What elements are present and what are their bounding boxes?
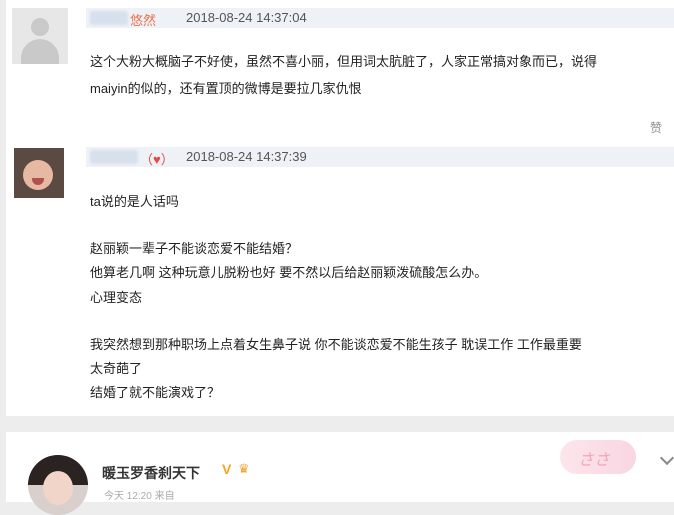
comment-text-line: 心理变态 <box>90 290 143 305</box>
comment-text-line: ta说的是人话吗 <box>90 194 179 209</box>
sticker-text: ささ <box>578 452 611 469</box>
comment-text-line: 这个大粉大概脑子不好使，虽然不喜小丽，但用词太肮脏了，人家正常搞对象而已，说得 <box>90 54 598 69</box>
like-button[interactable]: 赞 <box>650 119 662 136</box>
post-meta: 今天 12:20 来自 <box>104 491 175 502</box>
sticker-decoration: ささ <box>560 440 636 474</box>
comment-timestamp: 2018-08-24 14:37:39 <box>186 149 307 164</box>
comment-username[interactable]: 悠然 <box>130 10 156 29</box>
vip-badge: V <box>222 461 232 477</box>
poster-username[interactable]: 暖玉罗香刹天下 <box>102 463 200 483</box>
comment-timestamp: 2018-08-24 14:37:04 <box>186 10 307 25</box>
comment-text-line: 结婚了就不能演戏了？ <box>90 385 221 400</box>
username-redacted <box>90 150 138 164</box>
comment-text-line: 太奇葩了 <box>90 361 143 376</box>
comment-text-line: 赵丽颖一辈子不能谈恋爱不能结婚？ <box>90 241 299 256</box>
comment-header-bar <box>86 8 674 28</box>
comment-text-line: 我突然想到那种职场上点着女生鼻子说 你不能谈恋爱不能生孩子 耽误工作 工作最重要 <box>90 337 582 352</box>
default-avatar-icon[interactable] <box>12 8 68 64</box>
username-heart[interactable]: （♥） <box>140 149 174 168</box>
crown-icon: ♛ <box>238 461 250 476</box>
comment-text-line: 他算老几啊 这种玩意儿脱粉也好 要不然以后给赵丽颖泼硫酸怎么办。 <box>90 265 488 280</box>
comment-text-line: maiyin的似的，还有置顶的微博是要拉几家仇恨 <box>90 81 362 96</box>
comment-header-bar <box>86 147 674 167</box>
user-avatar[interactable] <box>14 148 64 198</box>
username-redacted <box>90 11 128 25</box>
poster-avatar[interactable] <box>28 455 88 515</box>
